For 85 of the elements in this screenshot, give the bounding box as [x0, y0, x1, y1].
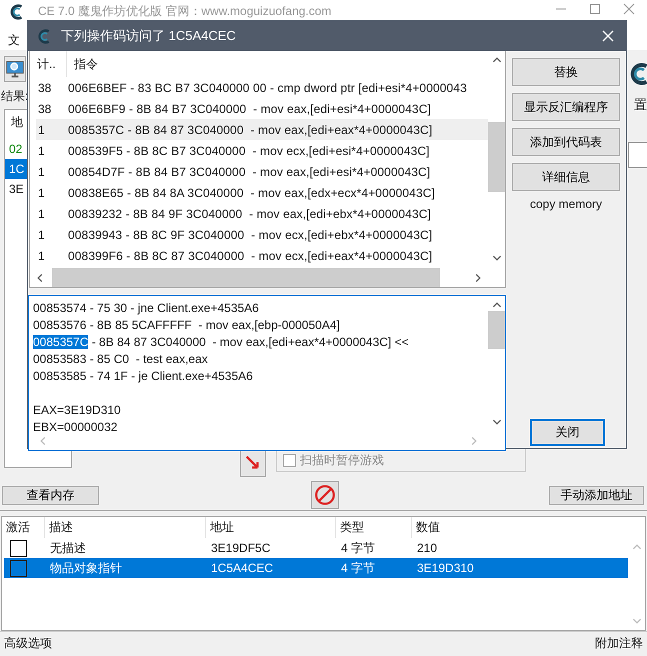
table-cell-text: 4 字节 — [340, 560, 376, 576]
no-entry-icon — [314, 484, 336, 506]
list-row[interactable]: 1 00854D7F - 8B 84 B7 3C040000 - mov eax,[edi+esi*4+0000043C] — [36, 161, 488, 182]
table-cell-text: 无描述 — [49, 540, 87, 556]
status-text[interactable]: 高级选项 — [4, 634, 52, 652]
window-title: CE 7.0 魔鬼作坊优化版 官网：www.moguizuofang.com — [38, 3, 332, 20]
table-row[interactable]: 物品对象指针 1C5A4CEC 4 字节 3E19D310 — [4, 558, 628, 578]
column-header[interactable]: 描述 — [44, 517, 205, 538]
column-header[interactable]: 指令 — [67, 56, 98, 72]
input-field[interactable] — [628, 142, 647, 168]
status-text[interactable]: 附加注释 — [595, 634, 643, 652]
column-header[interactable]: 类型 — [335, 517, 411, 538]
stop-button[interactable] — [311, 481, 339, 509]
close-button[interactable]: 关闭 — [530, 419, 605, 446]
instruction-cell: 00854D7F - 8B 84 B7 3C040000 - mov eax,[edi+esi*4+0000043C] — [68, 164, 430, 178]
count-cell-text: 38 — [37, 80, 52, 94]
list-row[interactable]: 38 006E6BEF - 83 BC B7 3C040000 00 - cmp dword ptr [edi+esi*4+0000043 — [36, 77, 488, 98]
checkbox[interactable] — [10, 540, 27, 556]
scrollbar-thumb[interactable] — [52, 268, 440, 287]
instruction-cell: 00839943 - 8B 8C 9F 3C040000 - mov ecx,[edi+ebx*4+0000043C] — [68, 228, 432, 242]
result-item[interactable]: 02 — [5, 139, 26, 159]
column-header[interactable]: 计.. — [30, 51, 67, 77]
action-button[interactable]: 添加到代码表 — [512, 128, 620, 156]
table-cell-text: 4 字节 — [340, 540, 376, 556]
code-line: 00853574 - 75 30 - jne Client.exe+4535A6 — [33, 301, 259, 315]
list-row[interactable]: 1 00839943 - 8B 8C 9F 3C040000 - mov ecx,[edi+ebx*4+0000043C] — [36, 224, 488, 245]
disassembly-box[interactable] — [28, 295, 506, 451]
dialog-title: 下列操作码访问了 1C5A4CEC — [61, 27, 236, 45]
list-row[interactable]: 1 0085357C - 8B 84 87 3C040000 - mov eax,[edi+eax*4+0000043C] — [36, 119, 488, 140]
code-line: 0085357C - 8B 84 87 3C040000 - mov eax,[edi+eax*4+0000043C] << — [33, 335, 409, 349]
list-row[interactable]: 1 008399F6 - 8B 8C 87 3C040000 - mov ecx,[edi+eax*4+0000043C] — [36, 245, 488, 266]
count-cell-text: 1 — [37, 206, 46, 220]
instruction-cell: 008399F6 - 8B 8C 87 3C040000 - mov ecx,[edi+eax*4+0000043C] — [68, 248, 432, 262]
table-cell-text: 3E19DF5C — [210, 541, 272, 555]
count-cell-text: 1 — [37, 228, 46, 242]
register-line: EBX=00000032 — [33, 420, 118, 431]
column-header: 地 — [10, 114, 23, 131]
pointer-button[interactable] — [240, 448, 266, 477]
result-item[interactable]: 1C — [5, 159, 28, 179]
table-cell-text: 物品对象指针 — [49, 560, 123, 576]
count-cell-text: 1 — [37, 248, 46, 262]
process-button[interactable] — [4, 56, 26, 82]
result-item[interactable]: 3E — [5, 179, 28, 199]
scrollbar-thumb[interactable] — [488, 122, 505, 192]
list-row[interactable]: 1 00839232 - 8B 84 9F 3C040000 - mov eax,[edi+ebx*4+0000043C] — [36, 203, 488, 224]
action-button[interactable]: 详细信息 — [512, 163, 620, 191]
menu-item[interactable]: 文 — [8, 32, 20, 48]
checkbox[interactable] — [10, 560, 27, 576]
instruction-cell: 0085357C - 8B 84 87 3C040000 - mov eax,[edi+eax*4+0000043C] — [68, 122, 432, 136]
code-line: 00853585 - 74 1F - je Client.exe+4535A6 — [33, 369, 253, 383]
checkbox-label: 扫描时暂停游戏 — [300, 452, 384, 468]
maximize-icon[interactable] — [589, 3, 601, 15]
settings-label[interactable]: 置 — [634, 96, 647, 114]
instruction-cell: 006E6BF9 - 8B 84 B7 3C040000 - mov eax,[edi+esi*4+0000043C] — [68, 102, 431, 116]
add-address-button[interactable]: 手动添加地址 — [549, 486, 644, 504]
column-header[interactable]: 地址 — [205, 517, 335, 538]
instruction-cell: 00838E65 - 8B 84 8A 3C040000 - mov eax,[edx+ecx*4+0000043C] — [68, 186, 435, 200]
register-line: EAX=3E19D310 — [33, 403, 121, 417]
instruction-cell: 006E6BEF - 83 BC B7 3C040000 00 - cmp dword ptr [edi+esi*4+0000043 — [68, 80, 467, 94]
code-line: 00853583 - 85 C0 - test eax,eax — [33, 352, 208, 366]
table-cell-text: 210 — [416, 541, 438, 555]
count-cell-text: 1 — [37, 164, 46, 178]
table-row[interactable]: 无描述 3E19DF5C 4 字节 210 — [4, 538, 628, 558]
monitor-search-icon — [5, 58, 25, 80]
column-header[interactable]: 激活 — [2, 517, 44, 538]
count-cell-text: 1 — [37, 122, 46, 136]
table-cell-text: 1C5A4CEC — [210, 561, 274, 575]
action-button[interactable]: 替换 — [512, 58, 620, 86]
count-cell-text: 1 — [37, 144, 46, 158]
close-icon[interactable] — [623, 3, 635, 15]
action-button[interactable]: 显示反汇编程序 — [512, 93, 620, 121]
count-cell-text: 38 — [37, 102, 52, 116]
list-row[interactable]: 1 00838E65 - 8B 84 8A 3C040000 - mov eax,[edx+ecx*4+0000043C] — [36, 182, 488, 203]
column-header[interactable]: 数值 — [411, 517, 531, 538]
view-memory-button[interactable]: 查看内存 — [2, 486, 99, 504]
instruction-cell: 008539F5 - 8B 8C B7 3C040000 - mov ecx,[edi+esi*4+0000043C] — [68, 144, 430, 158]
copy-memory-label: copy memory — [530, 197, 602, 211]
checkbox[interactable] — [283, 454, 296, 466]
table-cell-text: 3E19D310 — [416, 561, 475, 575]
count-cell-text: 1 — [37, 186, 46, 200]
code-line: 00853576 - 8B 85 5CAFFFFF - mov eax,[ebp-000050A4] — [33, 318, 340, 332]
scrollbar-thumb[interactable] — [488, 311, 505, 349]
instruction-cell: 00839232 - 8B 84 9F 3C040000 - mov eax,[edi+ebx*4+0000043C] — [68, 206, 431, 220]
list-row[interactable]: 1 008539F5 - 8B 8C B7 3C040000 - mov ecx,[edi+esi*4+0000043C] — [36, 140, 488, 161]
list-row[interactable]: 38 006E6BF9 - 8B 84 B7 3C040000 - mov eax,[edi+esi*4+0000043C] — [36, 98, 488, 119]
